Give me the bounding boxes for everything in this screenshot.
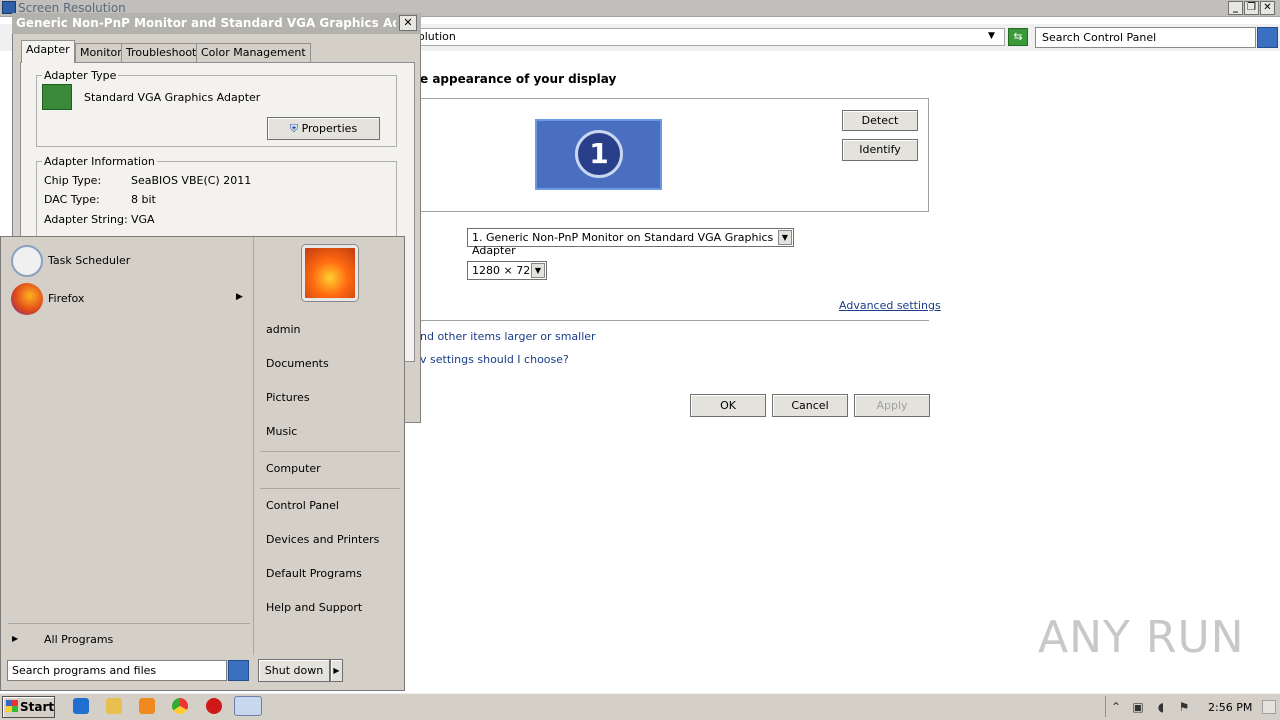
chevron-down-icon: ▼	[778, 230, 792, 245]
chip-type-value: SeaBIOS VBE(C) 2011	[131, 174, 252, 187]
user-avatar[interactable]	[302, 245, 358, 301]
places-item-pictures[interactable]: Pictures	[266, 391, 310, 404]
address-dropdown-icon[interactable]: ▼	[988, 31, 995, 41]
dac-type-label: DAC Type:	[44, 193, 100, 206]
clock-icon	[11, 245, 43, 277]
display-select-value: 1. Generic Non-PnP Monitor on Standard V…	[472, 231, 774, 257]
tab-adapter[interactable]: Adapter	[21, 40, 75, 63]
places-item-help-and-support[interactable]: Help and Support	[266, 601, 362, 614]
advanced-settings-link[interactable]: Advanced settings	[839, 299, 941, 312]
places-item-music[interactable]: Music	[266, 425, 297, 438]
volume-icon[interactable]: ◖	[1154, 700, 1168, 714]
resolution-select-value: 1280 × 720	[472, 264, 538, 277]
divider	[420, 320, 929, 321]
resolution-select[interactable]: 1280 × 720 ▼	[467, 261, 547, 280]
identify-button[interactable]: Identify	[842, 139, 918, 161]
folder-icon[interactable]	[106, 698, 122, 714]
detect-button[interactable]: Detect	[842, 110, 918, 131]
apply-button[interactable]: Apply	[854, 394, 930, 417]
chrome-icon[interactable]	[172, 698, 188, 714]
places-item-control-panel[interactable]: Control Panel	[266, 499, 339, 512]
show-desktop-button[interactable]	[1262, 700, 1276, 714]
display-select[interactable]: 1. Generic Non-PnP Monitor on Standard V…	[467, 228, 794, 257]
settings-help-link[interactable]: v settings should I choose?	[420, 353, 569, 366]
maximize-button[interactable]: ❐	[1244, 1, 1259, 15]
places-item-devices-and-printers[interactable]: Devices and Printers	[266, 533, 379, 546]
firefox-icon	[11, 283, 43, 315]
dialog-title: Generic Non-PnP Monitor and Standard VGA…	[16, 16, 396, 30]
all-programs-item[interactable]: All Programs	[44, 633, 113, 646]
program-task-scheduler[interactable]: Task Scheduler	[48, 254, 130, 267]
minimize-button[interactable]: _	[1228, 1, 1243, 15]
address-field[interactable]	[400, 28, 1005, 46]
show-hidden-icons-chevron-up-icon[interactable]: ⌃	[1109, 700, 1123, 714]
media-player-icon[interactable]	[139, 698, 155, 714]
anyrun-watermark: ANY RUN	[1038, 612, 1245, 663]
shield-icon: ⛨	[289, 122, 302, 135]
tray-divider	[1105, 696, 1106, 717]
chip-type-label: Chip Type:	[44, 174, 102, 187]
program-firefox[interactable]: Firefox	[48, 292, 84, 305]
opera-icon[interactable]	[206, 698, 222, 714]
properties-label: Properties	[301, 122, 358, 135]
tab-troubleshoot[interactable]: Troubleshoot	[121, 43, 202, 62]
display-settings-icon[interactable]	[234, 696, 262, 716]
ok-button[interactable]: OK	[690, 394, 766, 417]
search-icon[interactable]	[228, 660, 249, 681]
taskbar	[0, 693, 1280, 720]
system-clock[interactable]: 2:56 PM	[1208, 701, 1252, 714]
tab-color-management[interactable]: Color Management	[196, 43, 311, 62]
address-text: olution	[418, 30, 456, 43]
dac-type-value: 8 bit	[131, 193, 156, 206]
adapter-info-label: Adapter Information	[42, 155, 157, 168]
adapter-string-label: Adapter String:	[44, 213, 128, 226]
places-item-default-programs[interactable]: Default Programs	[266, 567, 362, 580]
search-control-panel-input[interactable]: Search Control Panel	[1035, 27, 1256, 48]
refresh-icon[interactable]: ⇆	[1008, 28, 1028, 46]
adapter-name: Standard VGA Graphics Adapter	[84, 91, 261, 104]
search-icon[interactable]	[1257, 27, 1278, 48]
places-item-computer[interactable]: Computer	[266, 462, 321, 475]
shutdown-options-arrow-icon[interactable]: ▶	[330, 659, 343, 682]
tab-monitor[interactable]: Monitor	[75, 43, 127, 62]
start-search-input[interactable]: Search programs and files	[7, 660, 227, 681]
page-heading: e appearance of your display	[420, 72, 617, 86]
network-icon[interactable]: ▣	[1131, 700, 1145, 714]
places-item-documents[interactable]: Documents	[266, 357, 329, 370]
shutdown-button[interactable]: Shut down	[258, 659, 330, 682]
dialog-close-button[interactable]: ✕	[399, 15, 417, 31]
close-window-button[interactable]: ✕	[1260, 1, 1275, 15]
chevron-right-icon[interactable]: ▶	[236, 292, 243, 302]
properties-button[interactable]: ⛨ Properties	[267, 117, 380, 140]
divider	[260, 451, 400, 452]
graphics-card-icon	[42, 84, 72, 110]
windows-logo-icon	[6, 700, 18, 712]
chevron-right-icon: ▶	[12, 634, 19, 643]
monitor-number-badge: 1	[575, 130, 623, 178]
text-size-link[interactable]: nd other items larger or smaller	[420, 330, 596, 343]
adapter-type-label: Adapter Type	[42, 69, 119, 82]
adapter-string-value: VGA	[131, 213, 155, 226]
places-item-admin[interactable]: admin	[266, 323, 300, 336]
internet-explorer-icon[interactable]	[73, 698, 89, 714]
chevron-down-icon: ▼	[531, 263, 545, 278]
divider	[260, 488, 400, 489]
divider	[8, 623, 250, 624]
action-center-flag-icon[interactable]: ⚑	[1177, 700, 1191, 714]
cancel-button[interactable]: Cancel	[772, 394, 848, 417]
